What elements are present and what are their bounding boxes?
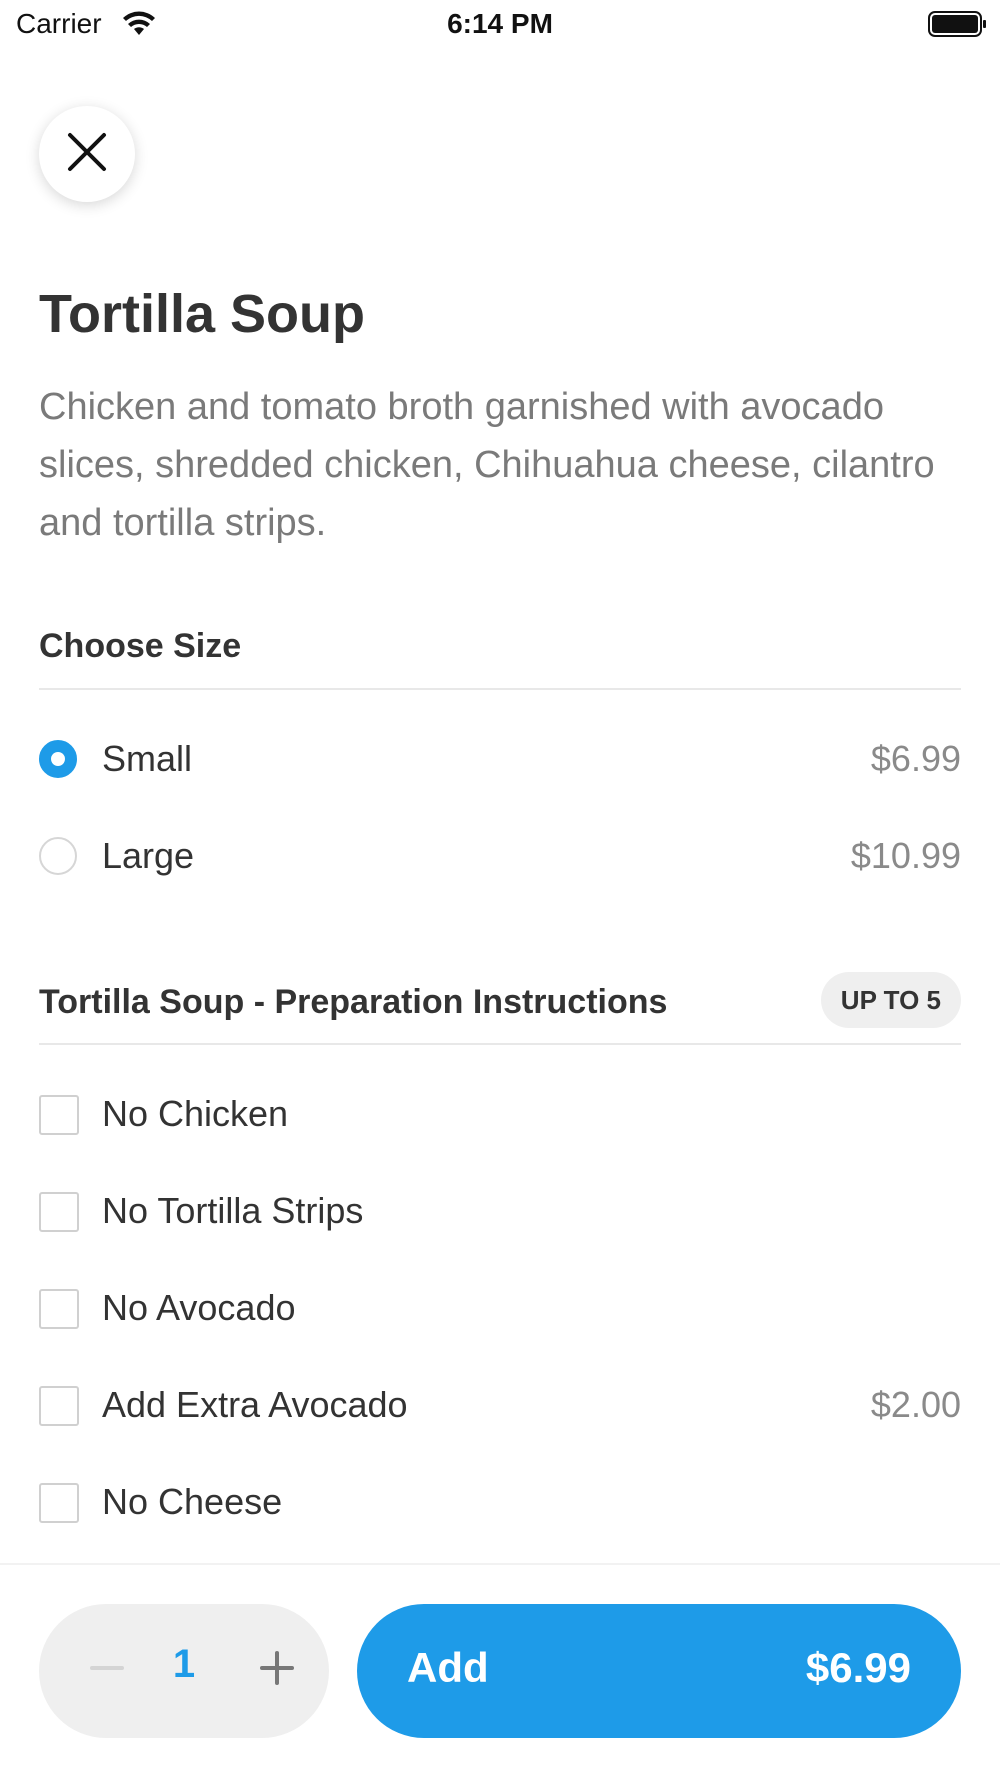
checkbox[interactable] [39,1095,79,1135]
divider [39,688,961,690]
add-to-order-button[interactable]: Add $6.99 [357,1604,961,1738]
close-button[interactable] [39,106,135,202]
size-section-title: Choose Size [39,627,242,665]
checkbox[interactable] [39,1483,79,1523]
prep-option-label: No Chicken [102,1093,289,1134]
add-button-label: Add [407,1644,489,1691]
add-button-price: $6.99 [805,1644,911,1691]
prep-option-add-extra-avocado[interactable]: Add Extra Avocado $2.00 [39,1376,961,1436]
close-icon [67,132,107,177]
checkbox[interactable] [39,1386,79,1426]
checkbox[interactable] [39,1289,79,1329]
increment-button[interactable] [245,1638,309,1702]
prep-option-label: No Tortilla Strips [102,1190,364,1231]
size-option-large[interactable]: Large $10.99 [39,827,961,887]
item-description: Chicken and tomato broth garnished with … [39,386,935,544]
checkbox[interactable] [39,1192,79,1232]
decrement-button[interactable] [75,1638,139,1702]
status-bar: Carrier 6:14 PM [0,0,1000,50]
limit-badge: UP TO 5 [820,972,961,1028]
prep-option-label: No Cheese [102,1481,283,1522]
item-title: Tortilla Soup [39,284,365,344]
footer-divider [0,1563,1000,1565]
prep-option-price: $2.00 [870,1384,961,1425]
prep-option-no-chicken[interactable]: No Chicken [39,1085,961,1145]
quantity-value: 1 [172,1642,196,1686]
plus-icon [260,1650,294,1690]
clock-time: 6:14 PM [447,8,553,39]
radio-selected[interactable] [39,740,77,778]
prep-section-title: Tortilla Soup - Preparation Instructions [39,983,668,1021]
prep-option-label: No Avocado [102,1287,296,1328]
prep-option-no-tortilla-strips[interactable]: No Tortilla Strips [39,1182,961,1242]
size-option-label: Small [102,738,193,779]
size-option-label: Large [102,835,195,876]
radio-unselected[interactable] [39,837,77,875]
prep-option-label: Add Extra Avocado [102,1384,408,1425]
prep-option-no-cheese[interactable]: No Cheese [39,1473,961,1533]
prep-option-no-avocado[interactable]: No Avocado [39,1279,961,1339]
quantity-stepper: 1 [39,1604,329,1738]
size-option-price: $6.99 [870,738,961,779]
divider [39,1043,961,1045]
battery-icon [928,11,988,42]
size-option-price: $10.99 [850,835,961,876]
size-option-small[interactable]: Small $6.99 [39,730,961,790]
minus-icon [90,1651,124,1690]
